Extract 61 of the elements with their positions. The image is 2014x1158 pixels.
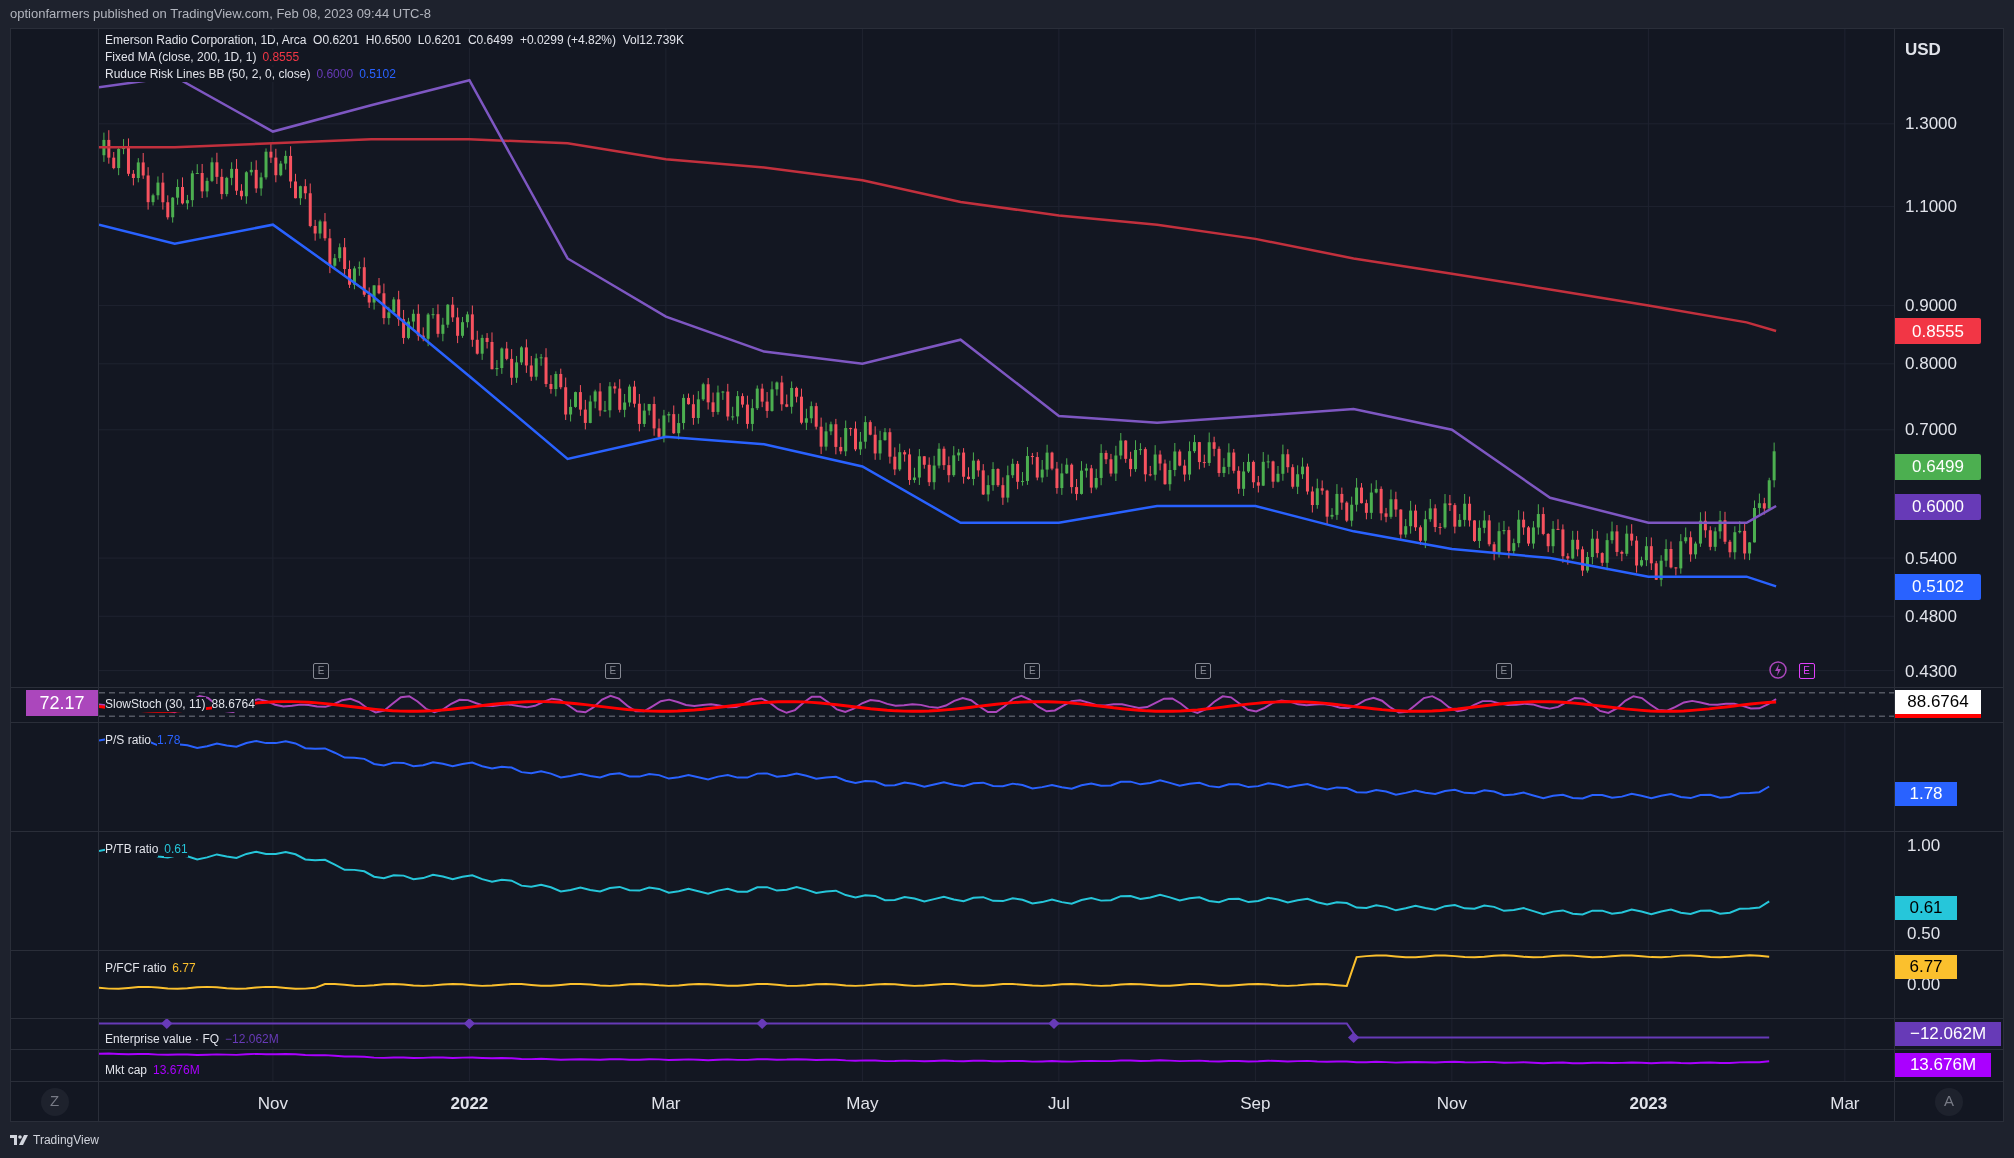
earnings-marker[interactable]: E <box>604 663 621 679</box>
symbol-legend: Emerson Radio Corporation, 1D, Arca O0.6201 H0.6500 L0.6201 C0.6499 +0.0299 (+4.82%) Vol12.739K <box>105 33 685 48</box>
indicator-value: 0.8555 <box>262 50 300 65</box>
data-point-marker <box>1347 1032 1360 1044</box>
data-point-marker <box>756 1019 768 1029</box>
lightning-icon[interactable] <box>1769 661 1788 679</box>
indicator-value: 0.61 <box>164 842 188 857</box>
indicator-name: Enterprise value · FQ <box>105 1032 220 1047</box>
value-badge: 1.78 <box>1895 782 1957 806</box>
axis-label: 0.8000 <box>1905 353 1957 376</box>
axis-label: 0.5400 <box>1905 548 1957 571</box>
indicator-name: SlowStoch (30, 11) <box>105 697 206 712</box>
indicator-name: Mkt cap <box>105 1063 147 1078</box>
axis-label: 1.3000 <box>1905 113 1957 136</box>
indicator-name: P/TB ratio <box>105 842 159 857</box>
brand-name: TradingView <box>33 1132 100 1149</box>
price-badge: 0.8555 <box>1895 318 1981 345</box>
axis-label: 0.4800 <box>1905 606 1957 629</box>
value-badge: 72.17 <box>26 690 98 716</box>
time-axis-label: May <box>846 1093 879 1115</box>
time-axis-label: 2023 <box>1629 1093 1668 1115</box>
axis-label: 0.9000 <box>1905 295 1957 318</box>
indicator-value: 1.78 <box>157 733 181 748</box>
scale-button[interactable]: Z <box>40 1087 69 1116</box>
data-point-marker <box>161 1019 173 1029</box>
indicator-name: Fixed MA (close, 200, 1D, 1) <box>105 50 257 65</box>
indicator-value: 88.6764 <box>211 697 255 712</box>
price-badge: 0.5102 <box>1895 574 1981 601</box>
time-axis-label: 2022 <box>450 1093 489 1115</box>
earnings-marker[interactable]: E <box>1495 663 1512 679</box>
time-axis-label: Jul <box>1048 1093 1070 1115</box>
axis-label: 0.4300 <box>1905 660 1957 683</box>
value-badge: 0.61 <box>1895 896 1957 920</box>
time-axis-label: Nov <box>1436 1093 1467 1115</box>
earnings-marker[interactable]: E <box>313 663 330 679</box>
value-badge: 88.6764 <box>1895 690 1981 718</box>
brand-logo-icon <box>10 1135 28 1145</box>
price-badge: 0.6000 <box>1895 493 1981 520</box>
indicator-value: −12.062M <box>225 1032 279 1047</box>
axis-label: 0.7000 <box>1905 419 1957 442</box>
auto-scale-button[interactable]: A <box>1935 1087 1963 1116</box>
data-point-marker <box>463 1019 476 1029</box>
currency-label: USD <box>1905 39 1941 61</box>
axis-label: 1.00 <box>1907 836 1941 856</box>
indicator-name: P/S ratio <box>105 733 152 748</box>
time-axis-label: Mar <box>651 1093 681 1115</box>
value-badge: 6.77 <box>1895 955 1957 979</box>
value-badge: −12.062M <box>1895 1022 2001 1046</box>
data-point-marker <box>1048 1019 1060 1029</box>
price-badge: 0.6499 <box>1895 454 1981 481</box>
time-axis-label: Mar <box>1830 1093 1860 1115</box>
value-badge: 13.676M <box>1895 1053 1991 1077</box>
time-axis-label: Sep <box>1240 1093 1271 1115</box>
axis-label: 1.1000 <box>1905 195 1957 218</box>
earnings-marker[interactable]: E <box>1798 663 1815 679</box>
earnings-marker[interactable]: E <box>1195 663 1212 679</box>
earnings-marker[interactable]: E <box>1024 663 1041 679</box>
time-axis-label: Nov <box>257 1093 288 1115</box>
axis-label: 0.50 <box>1907 924 1941 944</box>
indicator-name: Ruduce Risk Lines BB (50, 2, 0, close) <box>105 67 311 82</box>
publish-info: optionfarmers published on TradingView.com, Feb 08, 2023 09:44 UTC-8 <box>10 5 432 24</box>
